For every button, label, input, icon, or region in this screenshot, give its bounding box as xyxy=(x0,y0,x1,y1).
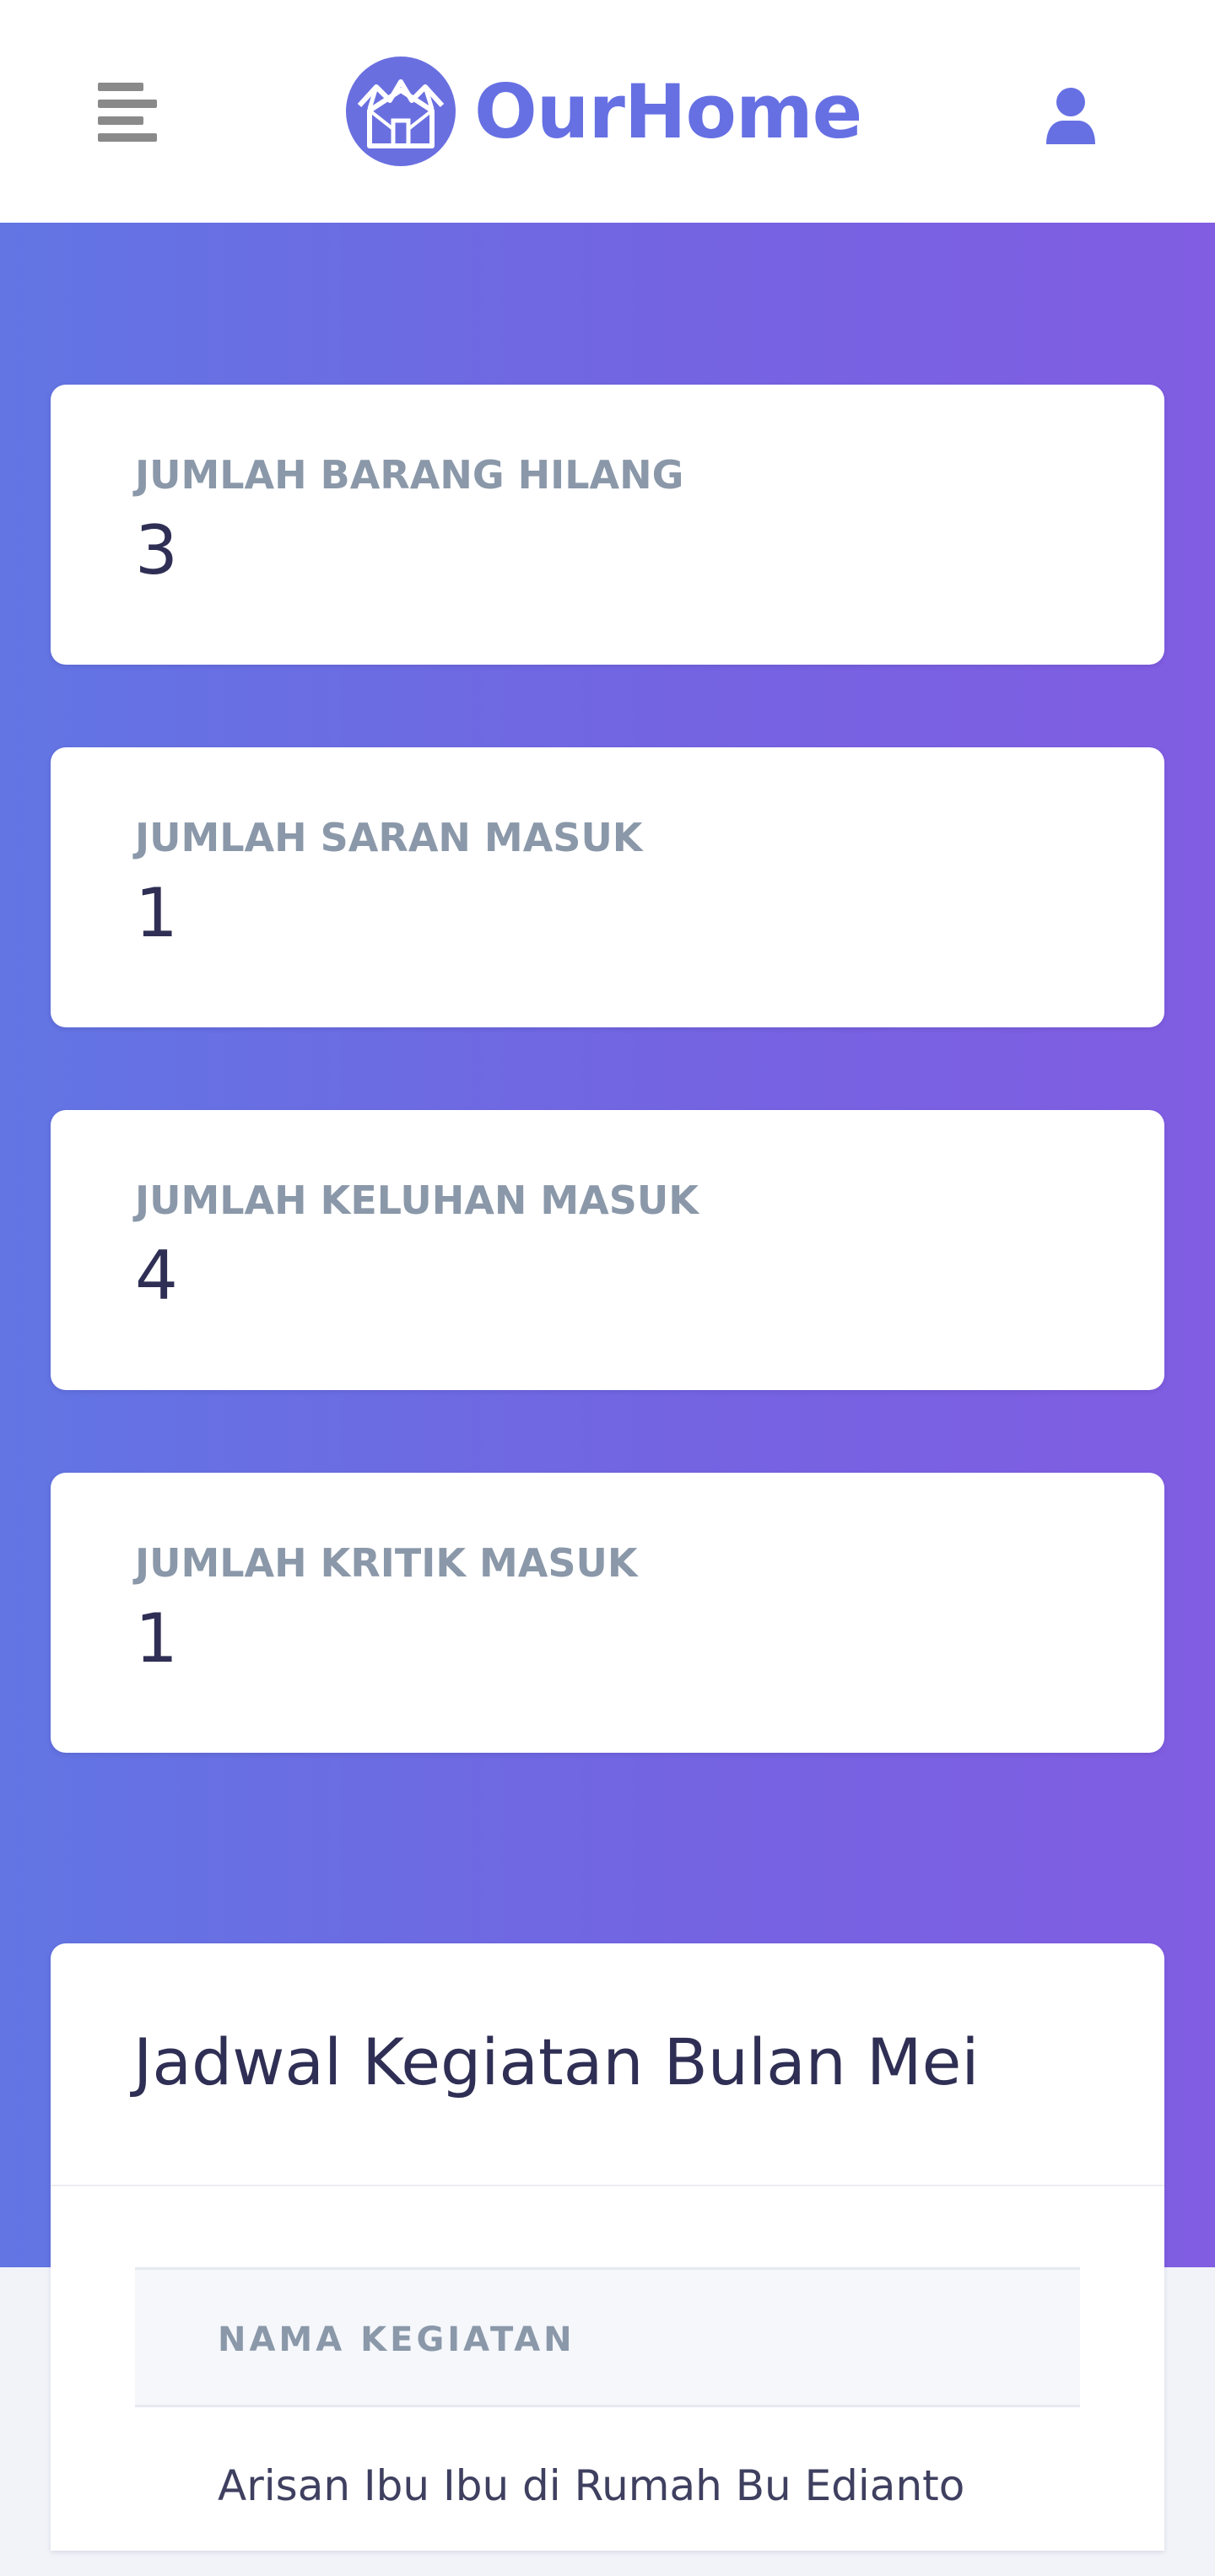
schedule-header: Jadwal Kegiatan Bulan Mei xyxy=(51,1943,1164,2186)
stat-value: 4 xyxy=(135,1237,178,1315)
stat-label: JUMLAH KELUHAN MASUK xyxy=(135,1178,699,1223)
stat-card-saran-masuk[interactable]: JUMLAH SARAN MASUK 1 xyxy=(51,747,1164,1027)
schedule-card: Jadwal Kegiatan Bulan Mei NAMA KEGIATAN … xyxy=(51,1943,1164,2551)
schedule-table: NAMA KEGIATAN Arisan Ibu Ibu di Rumah Bu… xyxy=(135,2267,1080,2576)
stat-card-kritik-masuk[interactable]: JUMLAH KRITIK MASUK 1 xyxy=(51,1473,1164,1753)
house-network-icon xyxy=(346,57,456,166)
menu-button[interactable] xyxy=(84,74,169,150)
stat-label: JUMLAH SARAN MASUK xyxy=(135,815,643,860)
column-header-nama-kegiatan[interactable]: NAMA KEGIATAN xyxy=(218,2320,575,2359)
stat-label: JUMLAH KRITIK MASUK xyxy=(135,1540,638,1586)
stat-card-barang-hilang[interactable]: JUMLAH BARANG HILANG 3 xyxy=(51,385,1164,665)
table-row[interactable]: Arisan Ibu Ibu di Rumah Bu Edianto xyxy=(135,2407,1080,2576)
schedule-title: Jadwal Kegiatan Bulan Mei xyxy=(133,2024,980,2099)
table-header-row: NAMA KEGIATAN xyxy=(135,2267,1080,2407)
stat-value: 3 xyxy=(135,511,178,590)
user-account-button[interactable] xyxy=(1033,78,1109,154)
stat-value: 1 xyxy=(135,874,178,952)
stat-label: JUMLAH BARANG HILANG xyxy=(135,452,684,498)
brand-home-link[interactable]: OurHome xyxy=(346,56,862,167)
stat-value: 1 xyxy=(135,1599,178,1678)
user-icon xyxy=(1046,88,1095,144)
table-cell-nama-kegiatan: Arisan Ibu Ibu di Rumah Bu Edianto xyxy=(218,2461,965,2510)
top-navbar: OurHome xyxy=(0,0,1215,223)
brand-name: OurHome xyxy=(474,67,862,155)
stat-card-keluhan-masuk[interactable]: JUMLAH KELUHAN MASUK 4 xyxy=(51,1110,1164,1390)
